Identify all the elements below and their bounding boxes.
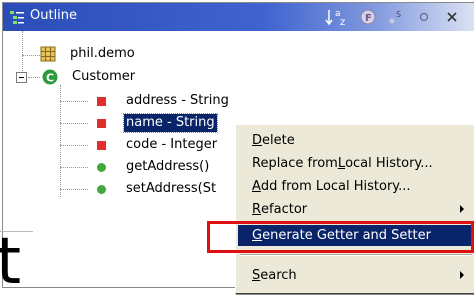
tree-item-method[interactable]: getAddress() (97, 157, 211, 177)
svg-text:z: z (340, 17, 345, 26)
tree-item-package[interactable]: phil.demo (40, 44, 137, 64)
menu-item-search[interactable]: Search (238, 265, 474, 286)
menu-item-refactor[interactable]: Refactor (238, 199, 474, 220)
svg-text:F: F (365, 13, 372, 24)
member-label: code - Integer (126, 137, 218, 152)
menu-item-delete[interactable]: Delete (238, 130, 474, 151)
tree-connector (28, 77, 40, 78)
menu-text: dd from Local History... (260, 179, 411, 194)
menu-item-add-from-local-history[interactable]: Add from Local History... (238, 176, 474, 197)
menu-mnemonic: R (252, 202, 262, 217)
tree-item-field[interactable]: code - Integer (97, 135, 219, 155)
menu-text: Replace from (252, 156, 338, 171)
tree-item-method[interactable]: setAddress(St (97, 179, 218, 199)
menu-text: ocal History... (345, 156, 433, 171)
tree-item-field[interactable]: address - String (97, 91, 231, 111)
menu-text: elete (262, 133, 295, 148)
hide-nonpublic-icon[interactable] (415, 8, 433, 26)
menu-mnemonic: L (337, 156, 346, 171)
view-title: Outline (30, 8, 78, 23)
highlight-annotation-box (207, 221, 474, 253)
hide-fields-icon[interactable]: F (359, 8, 377, 26)
method-icon (97, 162, 106, 172)
class-label: Customer (72, 69, 136, 84)
submenu-arrow-icon (460, 271, 464, 279)
package-icon (40, 46, 56, 62)
tree-item-class[interactable]: C Customer (42, 67, 137, 87)
field-icon (97, 140, 106, 150)
member-label: setAddress(St (126, 181, 217, 196)
background-text-fragment: t (0, 225, 22, 299)
member-label-selected: name - String (123, 113, 218, 133)
menu-item-replace-from-local-history[interactable]: Replace from Local History... (238, 153, 474, 174)
tree-connector (60, 123, 88, 124)
svg-text:C: C (46, 72, 54, 85)
context-menu: Delete Replace from Local History... Add… (235, 124, 474, 294)
member-label: address - String (126, 93, 229, 108)
tree-connector (60, 101, 88, 102)
close-icon[interactable] (443, 8, 461, 26)
menu-mnemonic: A (252, 179, 261, 194)
package-label: phil.demo (70, 46, 135, 61)
sort-icon[interactable]: a z (325, 8, 351, 26)
outline-icon (10, 11, 24, 24)
field-icon (97, 118, 106, 128)
menu-separator (240, 254, 472, 256)
tree-connector (60, 189, 88, 190)
menu-mnemonic: S (252, 268, 261, 283)
tree-connector (60, 145, 88, 146)
class-icon: C (42, 69, 58, 85)
outline-title-bar: Outline a z F S (3, 3, 474, 31)
svg-text:S: S (396, 10, 401, 19)
menu-text: earch (260, 268, 297, 283)
hide-static-icon[interactable]: S (387, 8, 405, 26)
collapse-icon[interactable] (16, 72, 27, 83)
method-icon (97, 184, 106, 194)
menu-text: efactor (261, 202, 308, 217)
tree-connector (60, 167, 88, 168)
submenu-arrow-icon (460, 205, 464, 213)
field-icon (97, 96, 106, 106)
menu-mnemonic: D (252, 133, 263, 148)
tree-item-field[interactable]: name - String (97, 113, 218, 133)
member-label: getAddress() (126, 159, 210, 174)
tree-connector (22, 55, 40, 56)
tree-connector (22, 31, 23, 77)
